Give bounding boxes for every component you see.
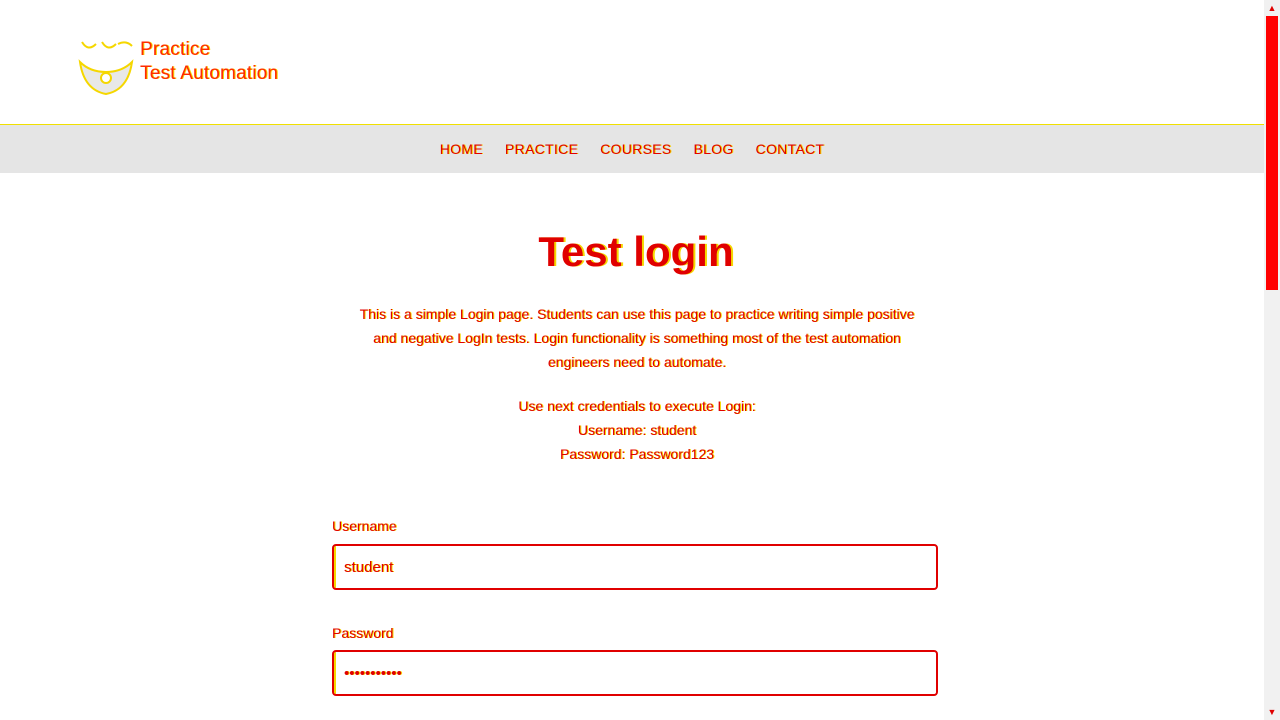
password-label: Password (332, 625, 394, 641)
site-logo[interactable]: Practice Test Automation (78, 38, 318, 98)
password-field-wrapper (332, 650, 938, 696)
scroll-down-arrow-icon[interactable]: ▼ (1264, 704, 1280, 720)
logo-text-line1: Practice (140, 39, 211, 60)
scroll-up-arrow-icon[interactable]: ▲ (1264, 0, 1280, 16)
username-label: Username (332, 518, 397, 534)
page-description: This is a simple Login page. Students ca… (359, 306, 915, 370)
nav-item-home[interactable]: HOME (440, 141, 483, 157)
logo-text-line2: Test Automation (140, 63, 279, 84)
password-input[interactable] (334, 652, 936, 694)
nav-item-contact[interactable]: CONTACT (756, 141, 825, 157)
page-title: Test login (538, 228, 734, 275)
username-input[interactable] (334, 546, 936, 588)
credentials-username: Username: student (577, 422, 697, 438)
nav-item-blog[interactable]: BLOG (693, 141, 733, 157)
site-header: Practice Test Automation (0, 0, 1264, 124)
nav-item-practice[interactable]: PRACTICE (505, 141, 578, 157)
credentials-block: Use next credentials to execute Login: U… (352, 394, 922, 466)
logo-icon (78, 41, 134, 96)
scrollbar-thumb[interactable] (1266, 16, 1278, 290)
page-scrollbar[interactable]: ▲ ▼ (1264, 0, 1280, 720)
main-nav: HOME PRACTICE COURSES BLOG CONTACT (0, 124, 1264, 173)
credentials-intro: Use next credentials to execute Login: (518, 398, 756, 414)
credentials-password: Password: Password123 (559, 446, 715, 462)
username-field-wrapper (332, 544, 938, 590)
nav-item-courses[interactable]: COURSES (600, 141, 671, 157)
